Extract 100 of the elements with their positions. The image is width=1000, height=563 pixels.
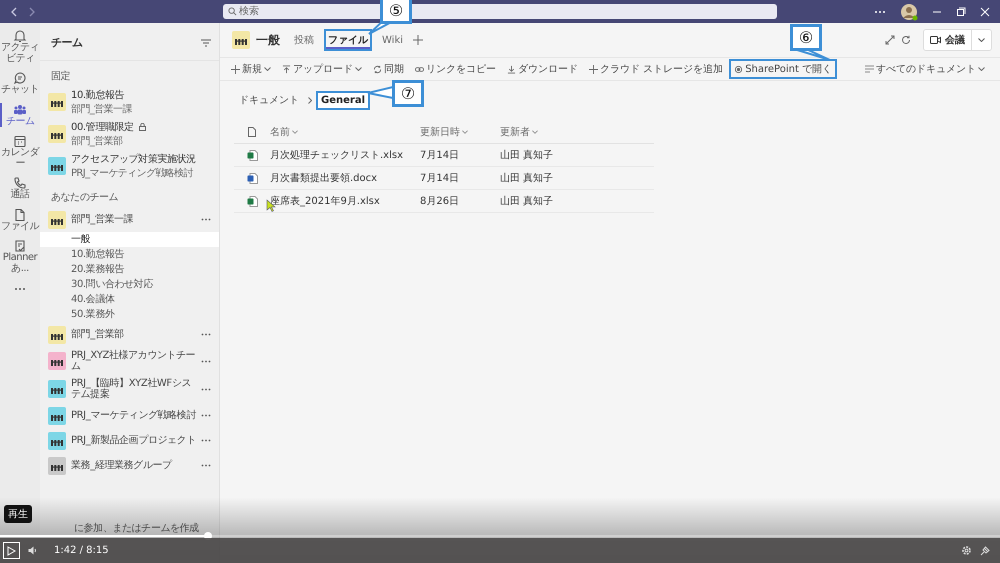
playback-time: 1:42 / 8:15 xyxy=(54,545,109,556)
more-icon[interactable] xyxy=(201,414,211,417)
column-header[interactable]: 更新日時 xyxy=(420,125,500,139)
team-name[interactable]: PRJ_マーケティング戦略検討 xyxy=(71,410,196,421)
close-icon[interactable] xyxy=(980,6,990,16)
team-name[interactable]: PRJ_【臨時】XYZ社WFシステム提案 xyxy=(71,378,196,400)
expand-icon[interactable] xyxy=(885,35,895,45)
more-icon[interactable] xyxy=(201,464,211,467)
forward-button[interactable] xyxy=(28,6,36,16)
restore-icon[interactable] xyxy=(956,6,966,16)
plus-icon xyxy=(589,64,598,74)
app-bar-item[interactable]: アクティビティ xyxy=(0,27,40,66)
team-name: 部門_営業部 xyxy=(71,134,122,148)
more-icon[interactable] xyxy=(201,388,211,390)
add-icon[interactable] xyxy=(413,35,424,45)
toolbar-button[interactable]: リンクをコピー xyxy=(410,59,501,79)
toolbar-button[interactable]: 同期 xyxy=(368,59,409,79)
user-avatar[interactable] xyxy=(900,2,918,20)
pin-icon[interactable] xyxy=(980,546,990,556)
chevron-icon xyxy=(308,96,312,104)
join-team-link[interactable]: に参加、またはチームを作成 xyxy=(74,523,199,534)
view-dropdown[interactable]: すべてのドキュメント xyxy=(860,59,990,79)
toolbar-button[interactable]: アップロード xyxy=(277,59,367,79)
team-name[interactable]: 部門_営業部 xyxy=(71,329,196,340)
channel-item[interactable]: 50.業務外 xyxy=(40,307,219,322)
team-name[interactable]: 業務_経理業務グループ xyxy=(71,460,196,471)
section-heading: あなたのチーム xyxy=(50,191,120,205)
clipboard-icon xyxy=(13,239,27,253)
settings-icon[interactable] xyxy=(961,545,972,556)
file-name[interactable]: 月次書類提出要領.docx xyxy=(270,171,420,185)
app-bar-item[interactable]: 通話 xyxy=(0,174,40,202)
caret-icon xyxy=(978,67,985,71)
team-name: 部門_営業一課 xyxy=(71,102,132,116)
caret-icon xyxy=(462,130,468,134)
column-header[interactable]: 更新者 xyxy=(500,125,600,139)
upload-icon xyxy=(282,64,291,74)
app-bar-item[interactable]: チャット xyxy=(0,69,40,98)
caret-icon xyxy=(292,130,298,134)
caret-icon xyxy=(978,38,985,42)
document-icon xyxy=(13,208,27,222)
table-cell-text: 山田 真知子 xyxy=(500,148,554,162)
tab[interactable]: Wiki xyxy=(378,30,408,50)
more-icon[interactable] xyxy=(874,10,886,14)
more-icon[interactable] xyxy=(14,287,26,291)
channel-item[interactable]: 10.勤怠報告 xyxy=(40,247,219,262)
pinned-channel-name[interactable]: アクセスアップ対策実施状況 xyxy=(71,152,196,166)
filter-icon[interactable] xyxy=(201,38,211,46)
play-icon xyxy=(7,546,16,556)
team-name: PRJ_マーケティング戦略検討 xyxy=(71,166,193,180)
breadcrumb-link[interactable]: ドキュメント xyxy=(234,89,304,111)
channel-item[interactable]: 30.問い合わせ対応 xyxy=(40,277,219,292)
table-cell-text: 山田 真知子 xyxy=(500,172,554,185)
list-icon xyxy=(865,65,874,73)
search-icon xyxy=(228,7,237,16)
caret-icon xyxy=(355,67,362,71)
more-icon[interactable] xyxy=(201,360,211,362)
breadcrumb-link[interactable]: General xyxy=(316,90,370,110)
column-header[interactable]: 名前 xyxy=(270,125,420,139)
plus-icon xyxy=(231,64,240,74)
table-cell-text: 8月26日 xyxy=(420,195,460,208)
caret-icon xyxy=(532,130,538,134)
caret-icon xyxy=(264,67,271,71)
team-name[interactable]: 部門_営業一課 xyxy=(71,214,196,225)
table-cell-text: 7月14日 xyxy=(420,149,460,162)
app-bar-item[interactable]: ファイル xyxy=(0,206,40,234)
file-name[interactable]: 月次処理チェックリスト.xlsx xyxy=(270,148,420,162)
app-bar-item[interactable]: Planner あ... xyxy=(0,237,40,276)
pinned-channel-name[interactable]: 00.管理職限定 xyxy=(71,120,134,134)
app-bar-item[interactable]: カレンダー xyxy=(0,132,40,171)
table-cell-text: 山田 真知子 xyxy=(500,194,554,208)
toolbar-button[interactable]: ダウンロード xyxy=(502,59,583,79)
sync-icon xyxy=(373,64,382,74)
channel-item[interactable]: 20.業務報告 xyxy=(40,262,219,277)
chat-icon xyxy=(13,71,27,85)
more-icon[interactable] xyxy=(201,218,211,221)
volume-icon[interactable] xyxy=(28,546,38,555)
table-cell-text: 7月14日 xyxy=(420,172,460,185)
bell-icon xyxy=(13,29,27,43)
team-name[interactable]: PRJ_新製品企画プロジェクト xyxy=(71,435,196,446)
toolbar-button[interactable]: 新規 xyxy=(226,59,276,79)
tab[interactable]: ファイル xyxy=(324,29,372,51)
section-heading: 固定 xyxy=(50,70,72,84)
toolbar-button[interactable]: クラウド ストレージを追加 xyxy=(584,59,728,79)
callout-label: ⑤ xyxy=(380,0,412,24)
team-name[interactable]: PRJ_XYZ社様アカウントチーム xyxy=(71,350,196,372)
channel-item[interactable]: 一般 xyxy=(40,232,219,247)
word-file-icon xyxy=(246,172,258,184)
app-bar-item[interactable]: チーム xyxy=(0,100,40,129)
back-button[interactable] xyxy=(10,6,18,16)
toolbar-button[interactable]: SharePoint で開く xyxy=(729,59,838,79)
more-icon[interactable] xyxy=(201,439,211,442)
channel-title: 一般 xyxy=(256,32,280,48)
refresh-icon[interactable] xyxy=(901,35,911,45)
video-camera-icon xyxy=(930,36,941,44)
pinned-channel-name[interactable]: 10.勤怠報告 xyxy=(71,88,124,102)
more-icon[interactable] xyxy=(201,333,211,336)
play-button[interactable] xyxy=(3,542,20,559)
tab[interactable]: 投稿 xyxy=(290,29,318,51)
channel-item[interactable]: 40.会議体 xyxy=(40,292,219,307)
tooltip: 再生 xyxy=(4,505,32,523)
